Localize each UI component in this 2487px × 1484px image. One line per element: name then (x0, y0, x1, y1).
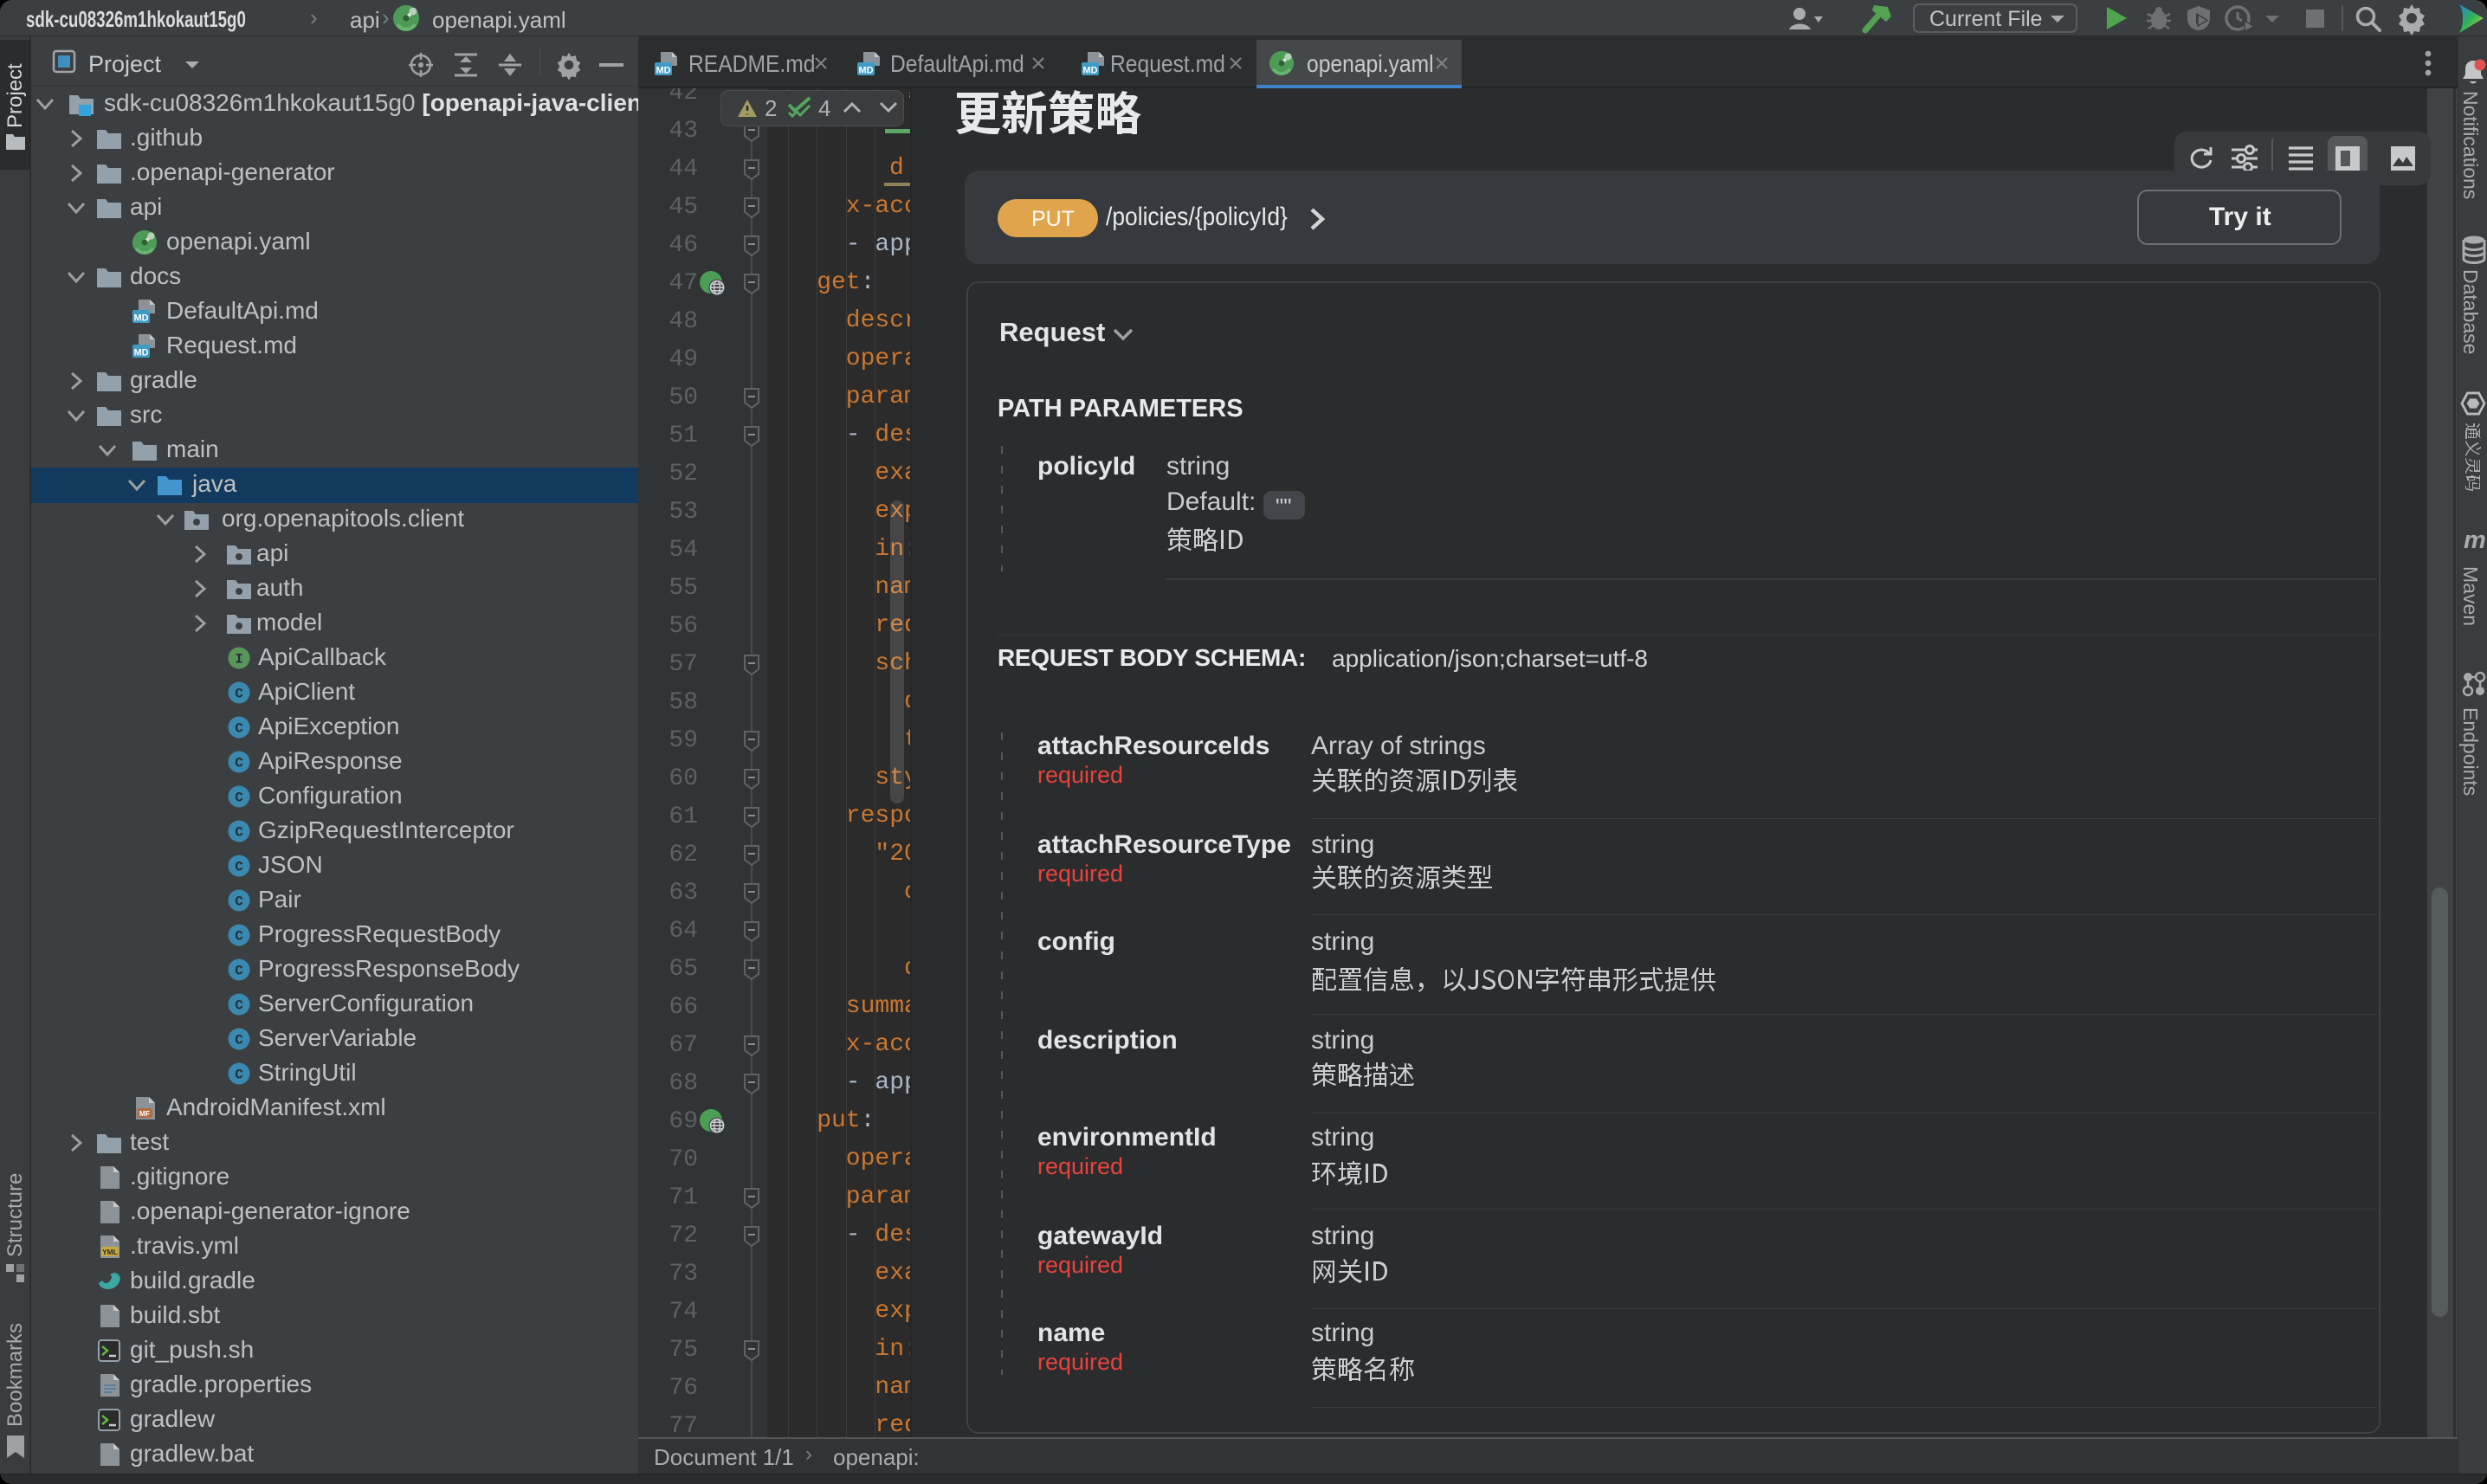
svg-text:I: I (235, 652, 243, 668)
svg-text:C: C (235, 860, 243, 875)
svg-text:YML: YML (102, 1248, 118, 1256)
svg-text:C: C (235, 721, 243, 737)
svg-text:C: C (235, 1068, 243, 1083)
svg-text:C: C (235, 790, 243, 806)
svg-text:MF: MF (139, 1109, 150, 1118)
svg-text:MD: MD (133, 313, 148, 324)
svg-text:C: C (235, 687, 243, 702)
svg-text:C: C (235, 825, 243, 841)
svg-text:C: C (235, 1033, 243, 1048)
svg-text:C: C (235, 964, 243, 979)
svg-text:MD: MD (133, 348, 148, 358)
svg-text:C: C (235, 756, 243, 771)
svg-text:C: C (235, 929, 243, 945)
svg-text:C: C (235, 894, 243, 910)
svg-text:C: C (235, 998, 243, 1014)
svg-text:MD: MD (656, 66, 670, 76)
svg-text:MD: MD (858, 66, 873, 76)
svg-text:MD: MD (1082, 66, 1097, 76)
